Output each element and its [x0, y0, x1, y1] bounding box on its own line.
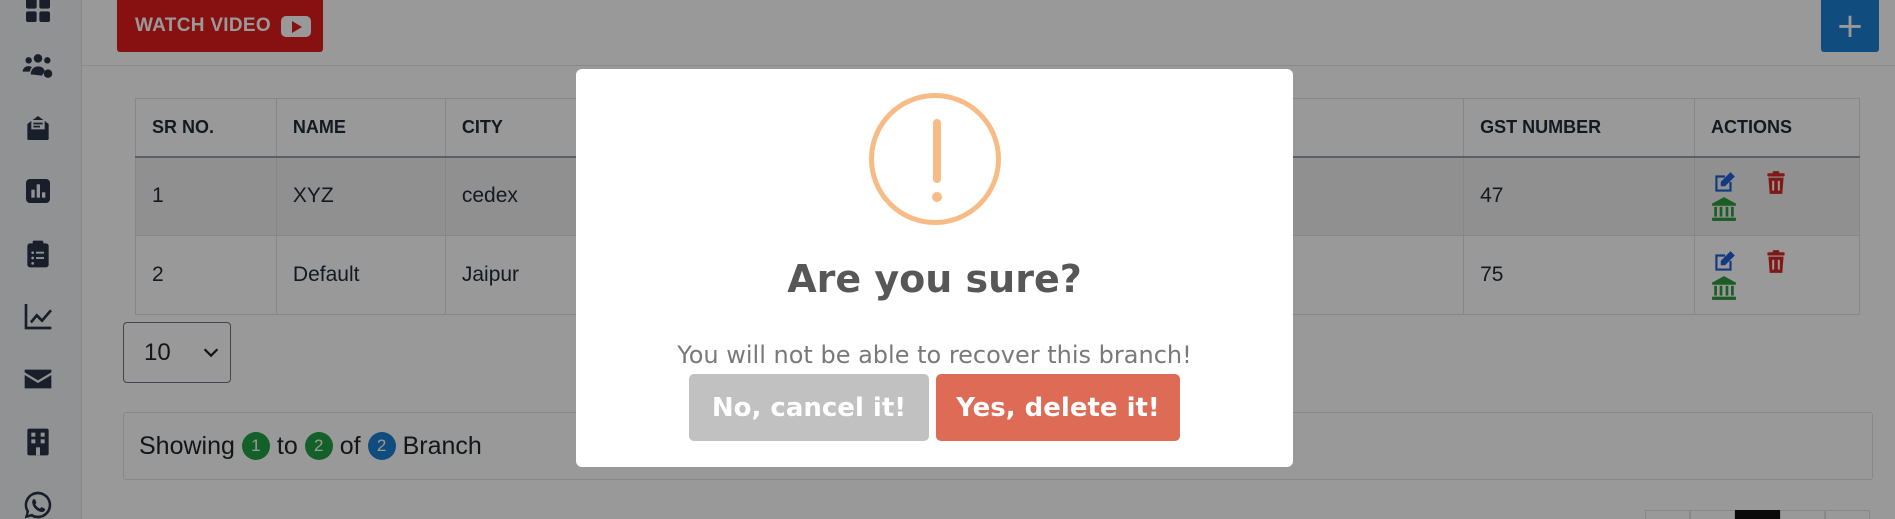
warning-icon	[869, 93, 1001, 225]
dialog-title: Are you sure?	[787, 257, 1082, 301]
confirm-dialog: Are you sure? You will not be able to re…	[576, 69, 1293, 467]
cancel-button[interactable]: No, cancel it!	[689, 374, 929, 441]
dialog-message: You will not be able to recover this bra…	[677, 341, 1192, 369]
confirm-delete-button[interactable]: Yes, delete it!	[936, 374, 1180, 441]
